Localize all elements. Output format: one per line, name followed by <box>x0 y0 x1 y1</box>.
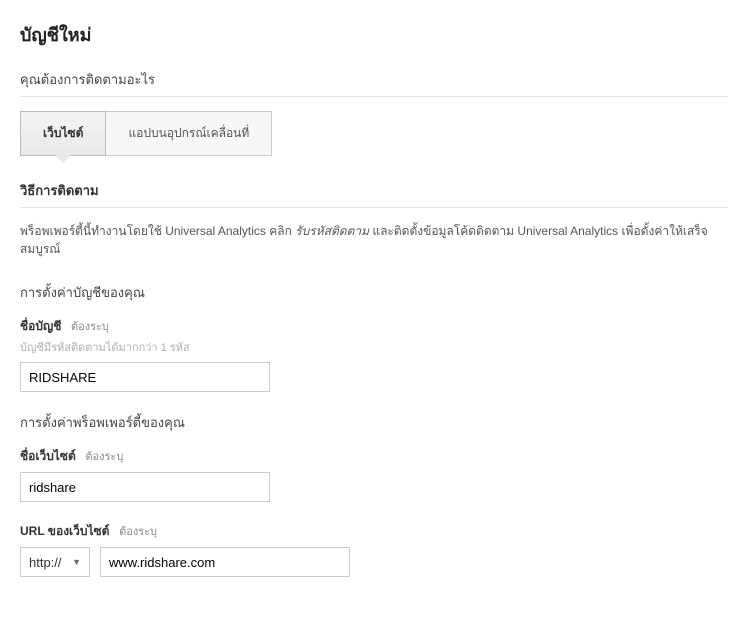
required-tag: ต้องระบุ <box>85 451 123 463</box>
website-url-input[interactable] <box>100 547 350 577</box>
desc-emphasis: รับรหัสติดตาม <box>295 224 369 238</box>
website-name-field: ชื่อเว็บไซต์ ต้องระบุ <box>20 447 728 502</box>
required-tag: ต้องระบุ <box>119 526 157 538</box>
divider <box>20 96 728 97</box>
tracking-type-tabs: เว็บไซต์ แอปบนอุปกรณ์เคลื่อนที่ <box>20 111 728 156</box>
tab-website[interactable]: เว็บไซต์ <box>20 111 106 156</box>
required-tag: ต้องระบุ <box>71 321 109 333</box>
page-title: บัญชีใหม่ <box>20 20 728 49</box>
tab-mobile-app[interactable]: แอปบนอุปกรณ์เคลื่อนที่ <box>106 111 272 156</box>
website-url-field: URL ของเว็บไซต์ ต้องระบุ http:// ▼ <box>20 522 728 577</box>
website-name-input[interactable] <box>20 472 270 502</box>
property-setup-heading: การตั้งค่าพร็อพเพอร์ตี้ของคุณ <box>20 412 728 433</box>
account-name-hint: บัญชีมีรหัสติดตามได้มากกว่า 1 รหัส <box>20 338 728 356</box>
chevron-down-icon: ▼ <box>72 557 81 567</box>
account-name-input[interactable] <box>20 362 270 392</box>
divider <box>20 207 728 208</box>
desc-text-before: พร็อพเพอร์ตี้นี้ทำงานโดยใช้ Universal An… <box>20 224 292 238</box>
website-url-label: URL ของเว็บไซต์ <box>20 524 109 538</box>
website-name-label: ชื่อเว็บไซต์ <box>20 449 76 463</box>
protocol-value: http:// <box>29 555 62 570</box>
account-setup-heading: การตั้งค่าบัญชีของคุณ <box>20 282 728 303</box>
url-input-row: http:// ▼ <box>20 547 728 577</box>
account-name-field: ชื่อบัญชี ต้องระบุ บัญชีมีรหัสติดตามได้ม… <box>20 317 728 392</box>
account-name-label: ชื่อบัญชี <box>20 319 61 333</box>
track-prompt: คุณต้องการติดตามอะไร <box>20 69 728 90</box>
protocol-select[interactable]: http:// ▼ <box>20 547 90 577</box>
tracking-method-description: พร็อพเพอร์ตี้นี้ทำงานโดยใช้ Universal An… <box>20 222 728 258</box>
tracking-method-heading: วิธีการติดตาม <box>20 180 728 201</box>
